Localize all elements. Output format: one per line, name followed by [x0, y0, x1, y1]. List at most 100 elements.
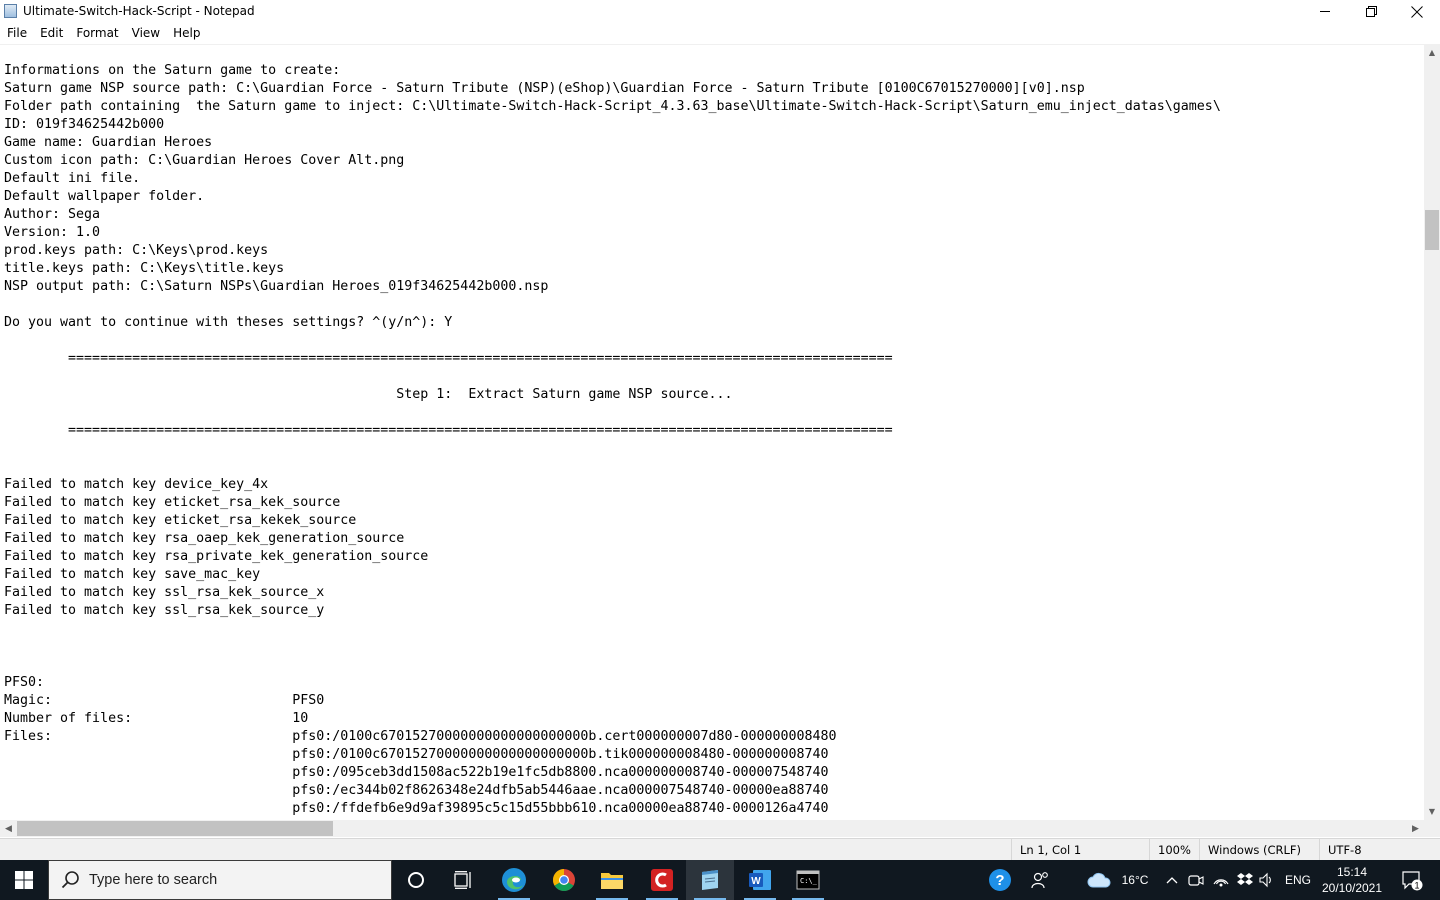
editor-line[interactable]: Magic: PFS0 [4, 692, 1221, 710]
editor-line[interactable]: NSP output path: C:\Saturn NSPs\Guardian… [4, 278, 1221, 296]
editor-line[interactable] [4, 404, 1221, 422]
editor-line[interactable]: Saturn game NSP source path: C:\Guardian… [4, 80, 1221, 98]
scroll-right-icon[interactable]: ▶ [1407, 820, 1424, 837]
editor-line[interactable]: Game name: Guardian Heroes [4, 134, 1221, 152]
action-center-button[interactable]: 1 [1392, 860, 1432, 900]
command-prompt-taskbar-button[interactable]: C:\_ [784, 860, 832, 900]
editor-line[interactable]: Custom icon path: C:\Guardian Heroes Cov… [4, 152, 1221, 170]
title-bar[interactable]: Ultimate-Switch-Hack-Script - Notepad [0, 0, 1440, 23]
taskbar-clock[interactable]: 15:14 20/10/2021 [1316, 860, 1388, 900]
network-tray-button[interactable] [1210, 860, 1232, 900]
taskbar: Type here to search W C:\_ ? 16°C ENG 15… [0, 860, 1440, 900]
menu-view[interactable]: View [125, 26, 166, 40]
editor-line[interactable]: ========================================… [4, 422, 1221, 440]
red-app-taskbar-button[interactable] [638, 860, 686, 900]
editor-line[interactable]: PFS0: [4, 674, 1221, 692]
editor-line[interactable] [4, 620, 1221, 638]
editor-line[interactable]: ID: 019f34625442b000 [4, 116, 1221, 134]
editor-line[interactable]: pfs0:/095ceb3dd1508ac522b19e1fc5db8800.n… [4, 764, 1221, 782]
edge-taskbar-button[interactable] [490, 860, 538, 900]
editor-line[interactable]: pfs0:/ffdefb6e9d9af39895c5c15d55bbb610.n… [4, 800, 1221, 818]
help-tray-button[interactable]: ? [984, 860, 1016, 900]
chrome-taskbar-button[interactable] [540, 860, 588, 900]
dropbox-tray-button[interactable] [1234, 860, 1256, 900]
notification-count-badge: 1 [1414, 881, 1419, 891]
file-explorer-taskbar-button[interactable] [588, 860, 636, 900]
people-tray-button[interactable] [1026, 860, 1056, 900]
editor-line[interactable]: prod.keys path: C:\Keys\prod.keys [4, 242, 1221, 260]
start-button[interactable] [0, 860, 48, 900]
editor-line[interactable]: Default wallpaper folder. [4, 188, 1221, 206]
editor-line[interactable]: Failed to match key eticket_rsa_kekek_so… [4, 512, 1221, 530]
editor-line[interactable] [4, 440, 1221, 458]
minimize-icon [1319, 11, 1330, 12]
editor-line[interactable]: Failed to match key device_key_4x [4, 476, 1221, 494]
vertical-scroll-thumb[interactable] [1425, 210, 1439, 250]
notepad-icon [702, 870, 718, 890]
editor-line[interactable]: Failed to match key eticket_rsa_kek_sour… [4, 494, 1221, 512]
dropbox-icon [1237, 873, 1253, 885]
notepad-taskbar-button[interactable] [686, 860, 734, 900]
menu-help[interactable]: Help [166, 26, 206, 40]
taskbar-search-box[interactable]: Type here to search [48, 860, 392, 900]
input-language-indicator[interactable]: ENG [1280, 860, 1316, 900]
svg-text:W: W [751, 876, 761, 887]
editor-line[interactable]: Informations on the Saturn game to creat… [4, 62, 1221, 80]
editor-line[interactable]: pfs0:/ec344b02f8626348e24dfb5ab5446aae.n… [4, 782, 1221, 800]
windows-logo-icon [15, 871, 33, 889]
scroll-left-icon[interactable]: ◀ [0, 820, 17, 837]
editor-line[interactable]: title.keys path: C:\Keys\title.keys [4, 260, 1221, 278]
notification-icon: 1 [1402, 871, 1423, 891]
editor-line[interactable]: Failed to match key rsa_oaep_kek_generat… [4, 530, 1221, 548]
horizontal-scrollbar[interactable]: ◀ ▶ [0, 820, 1424, 837]
word-taskbar-button[interactable]: W [736, 860, 784, 900]
editor-line[interactable]: Failed to match key ssl_rsa_kek_source_x [4, 584, 1221, 602]
editor-line[interactable] [4, 296, 1221, 314]
text-editor-area[interactable]: Informations on the Saturn game to creat… [0, 44, 1424, 820]
menu-format[interactable]: Format [69, 26, 124, 40]
search-placeholder: Type here to search [89, 872, 218, 888]
editor-line[interactable]: Do you want to continue with theses sett… [4, 314, 1221, 332]
minimize-button[interactable] [1302, 0, 1348, 23]
horizontal-scroll-thumb[interactable] [17, 821, 333, 836]
editor-line[interactable]: ========================================… [4, 350, 1221, 368]
editor-line[interactable]: Failed to match key rsa_private_kek_gene… [4, 548, 1221, 566]
meet-now-tray-button[interactable] [1186, 860, 1206, 900]
task-view-button[interactable] [440, 860, 488, 900]
meet-now-icon [1188, 875, 1204, 886]
scroll-up-icon[interactable]: ▲ [1424, 44, 1440, 61]
menu-edit[interactable]: Edit [33, 26, 69, 40]
editor-line[interactable]: Author: Sega [4, 206, 1221, 224]
editor-line[interactable] [4, 638, 1221, 656]
editor-line[interactable]: Failed to match key ssl_rsa_kek_source_y [4, 602, 1221, 620]
status-bar: Ln 1, Col 1 100% Windows (CRLF) UTF-8 [0, 838, 1440, 861]
editor-line[interactable]: Files: pfs0:/0100c6701527000000000000000… [4, 728, 1221, 746]
people-icon [1031, 872, 1048, 889]
editor-line[interactable]: Default ini file. [4, 170, 1221, 188]
temperature-label[interactable]: 16°C [1114, 860, 1156, 900]
editor-line[interactable]: Number of files: 10 [4, 710, 1221, 728]
restore-button[interactable] [1348, 0, 1394, 23]
status-zoom: 100% [1149, 839, 1199, 861]
show-hidden-icons-button[interactable] [1162, 860, 1182, 900]
editor-line[interactable] [4, 332, 1221, 350]
editor-line[interactable]: pfs0:/0100c67015270000000000000000000b.t… [4, 746, 1221, 764]
editor-line[interactable]: Step 1: Extract Saturn game NSP source..… [4, 386, 1221, 404]
scrollbar-corner [1424, 820, 1440, 837]
volume-tray-button[interactable] [1256, 860, 1278, 900]
weather-tray-button[interactable] [1084, 860, 1114, 900]
cortana-button[interactable] [392, 860, 440, 900]
editor-line[interactable]: Folder path containing the Saturn game t… [4, 98, 1221, 116]
editor-line[interactable]: Failed to match key save_mac_key [4, 566, 1221, 584]
editor-line[interactable] [4, 458, 1221, 476]
editor-line[interactable] [4, 368, 1221, 386]
editor-line[interactable] [4, 656, 1221, 674]
vertical-scrollbar[interactable]: ▲ ▼ [1424, 44, 1440, 820]
editor-content[interactable]: Informations on the Saturn game to creat… [4, 62, 1221, 818]
editor-line[interactable]: Version: 1.0 [4, 224, 1221, 242]
menu-file[interactable]: File [0, 26, 33, 40]
notepad-window: Ultimate-Switch-Hack-Script - Notepad Fi… [0, 0, 1440, 861]
close-button[interactable] [1394, 0, 1440, 23]
help-question-icon: ? [989, 869, 1011, 891]
scroll-down-icon[interactable]: ▼ [1424, 803, 1440, 820]
